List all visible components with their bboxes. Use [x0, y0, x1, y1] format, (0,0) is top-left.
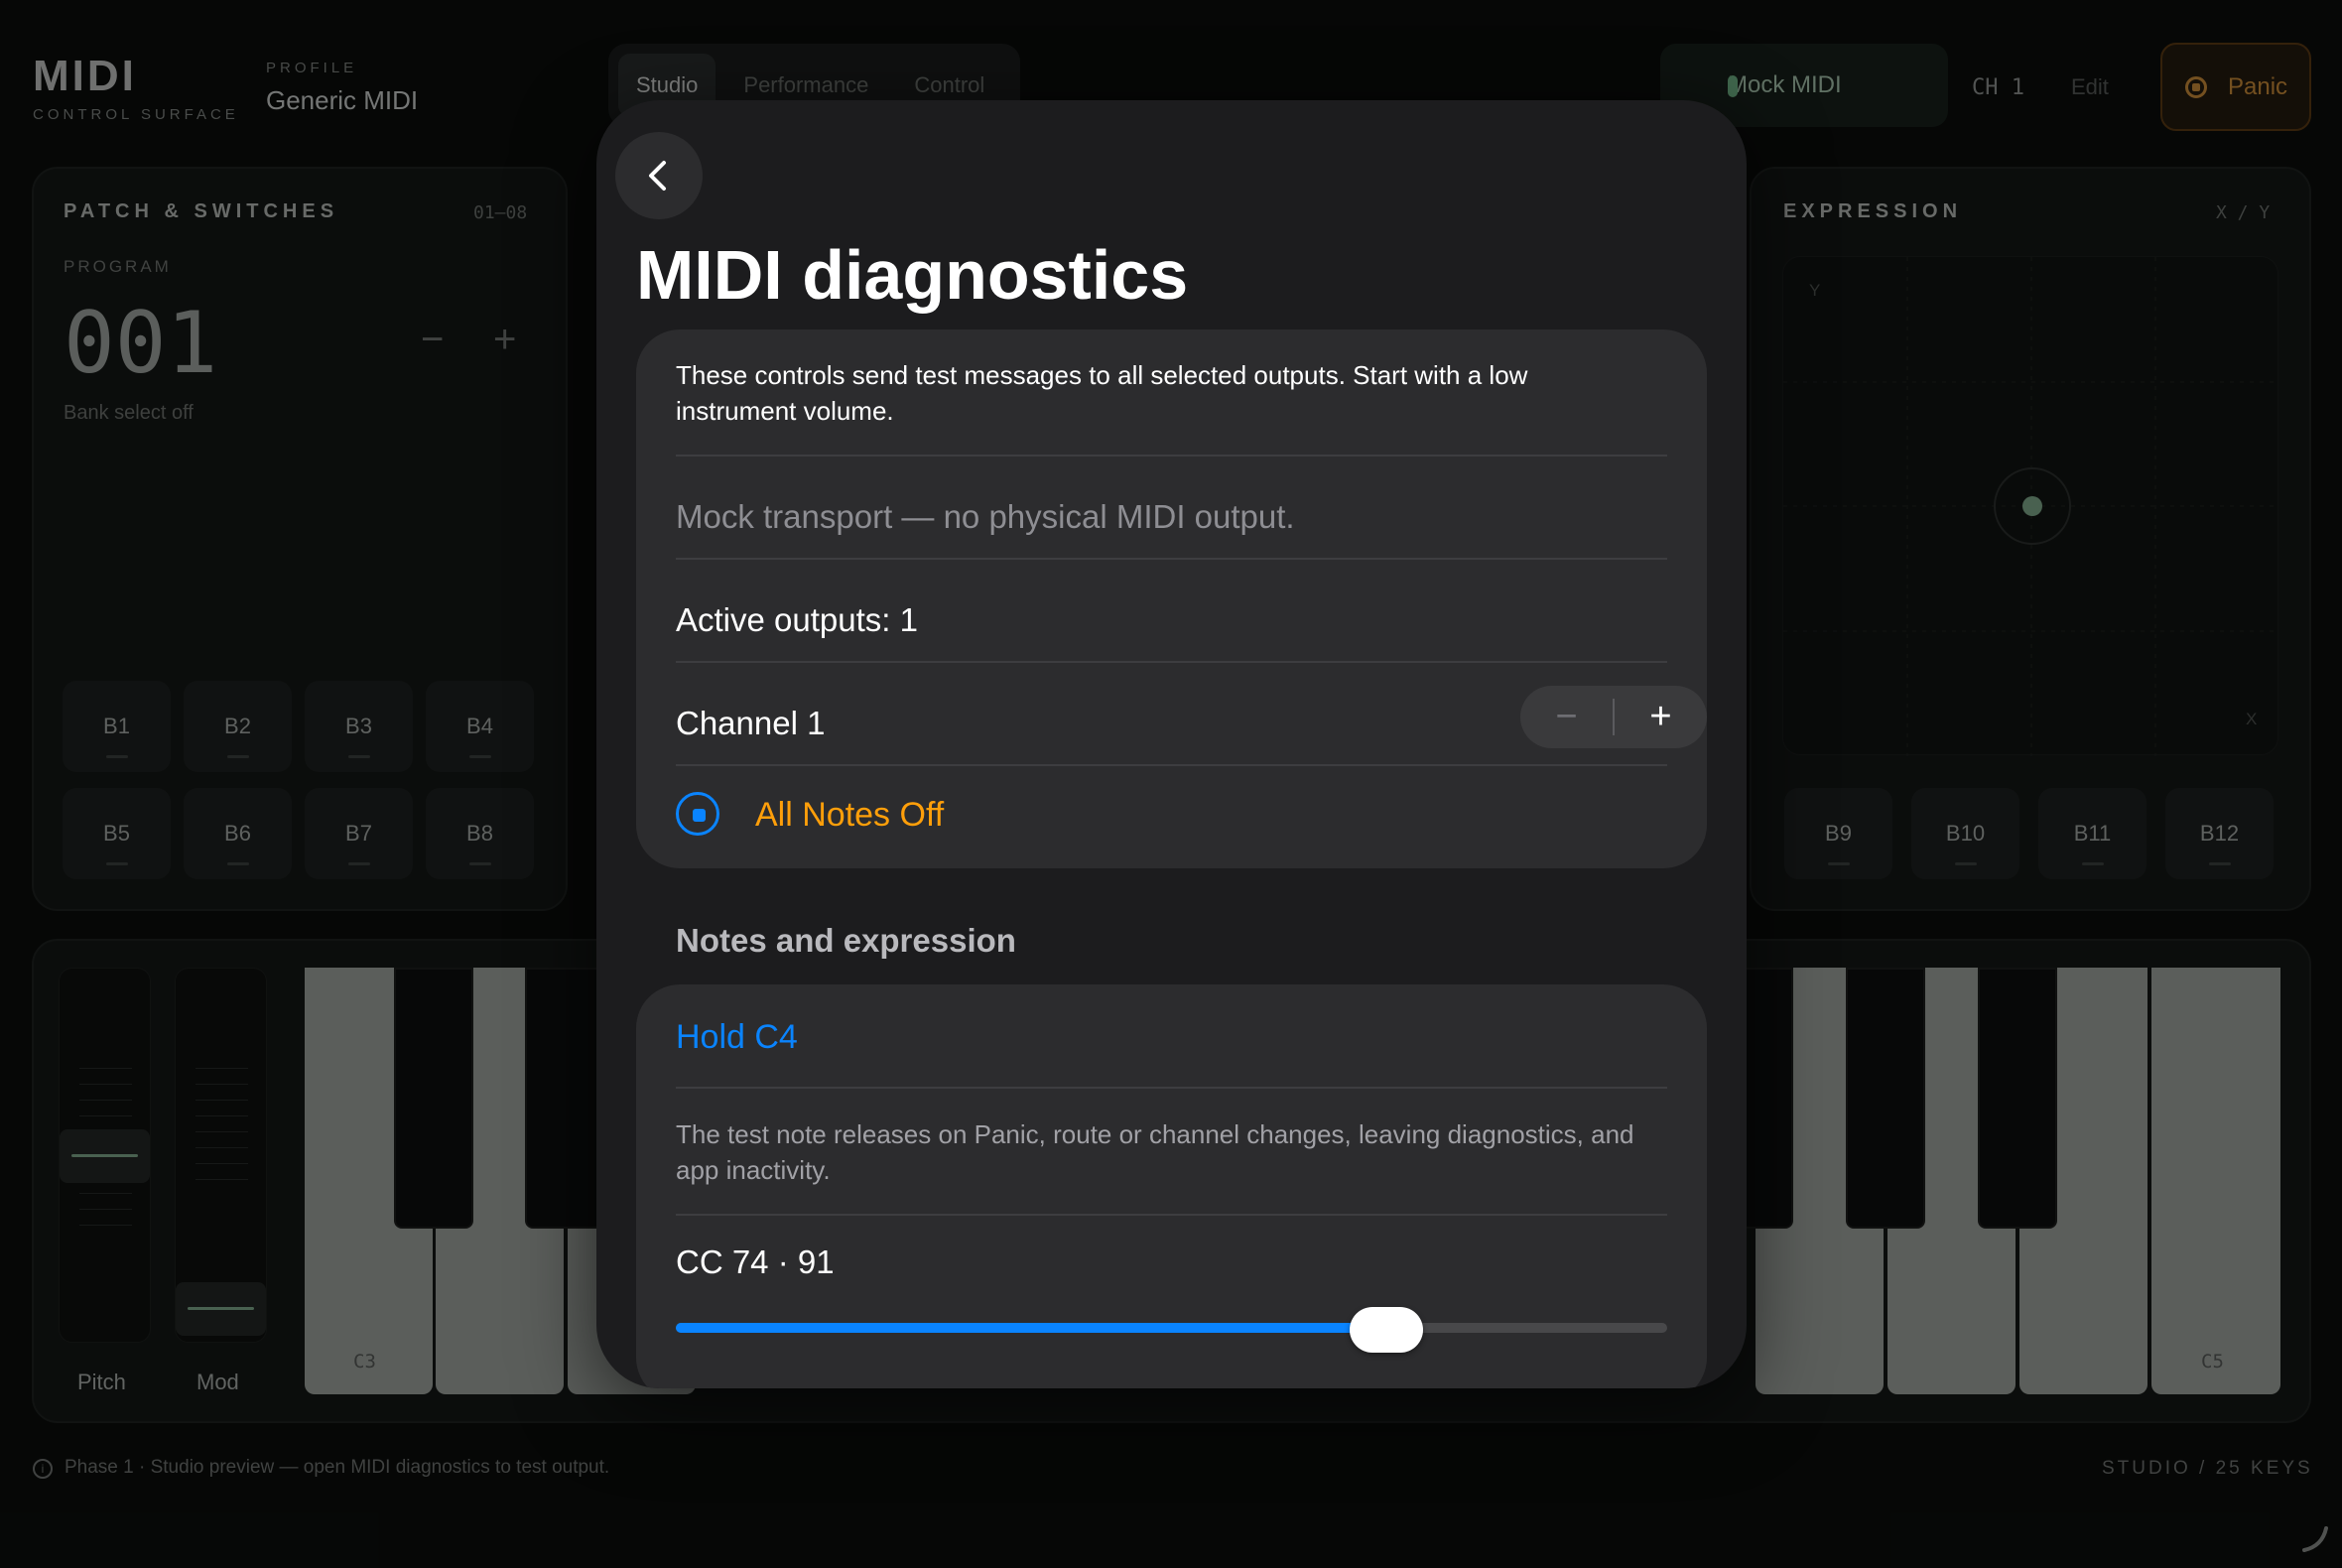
release-note: The test note releases on Panic, route o… [676, 1119, 1634, 1185]
notes-card: Hold C4 The test note releases on Panic,… [636, 984, 1707, 1388]
active-outputs: Active outputs: 1 [676, 601, 918, 638]
diagnostics-sheet: MIDI diagnostics These controls send tes… [596, 100, 1747, 1388]
divider [676, 764, 1667, 766]
channel-decrement-button[interactable]: − [1520, 686, 1613, 748]
divider [676, 455, 1667, 457]
channel-stepper: − + [1520, 686, 1707, 748]
divider [676, 558, 1667, 560]
divider [676, 661, 1667, 663]
cc-slider[interactable] [676, 1323, 1667, 1333]
hold-note-button[interactable]: Hold C4 [676, 1018, 798, 1057]
transport-status: Mock transport — no physical MIDI output… [676, 498, 1295, 535]
channel-increment-button[interactable]: + [1615, 686, 1707, 748]
page-title: MIDI diagnostics [636, 236, 1189, 314]
cc-slider-fill [676, 1323, 1386, 1333]
safety-note: These controls send test messages to all… [676, 360, 1528, 426]
section-header: Notes and expression [676, 922, 1016, 959]
all-notes-off-button[interactable]: All Notes Off [755, 796, 944, 835]
back-button[interactable] [615, 132, 703, 219]
channel-label: Channel 1 [676, 705, 826, 741]
stop-circle-icon [676, 792, 719, 836]
cc-slider-thumb[interactable] [1350, 1307, 1423, 1353]
divider [676, 1214, 1667, 1216]
chevron-left-icon [649, 161, 666, 191]
cc-label: CC 74 · 91 [676, 1243, 835, 1280]
diagnostics-card: These controls send test messages to all… [636, 329, 1707, 868]
divider [676, 1087, 1667, 1089]
